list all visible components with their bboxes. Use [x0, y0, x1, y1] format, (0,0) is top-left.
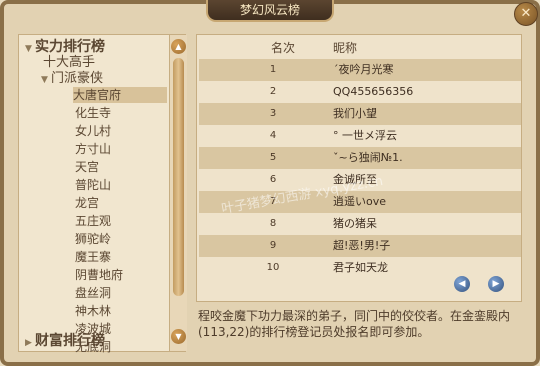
rank-cell: 1 — [269, 64, 277, 75]
collapse-icon: ▶ — [25, 338, 32, 348]
tree-item-wealth-rank[interactable]: ▶ 财富排行榜 — [25, 333, 105, 349]
ranking-panel: 名次 昵称 1 ˊ夜吟月光寒 2 QQ455656356 3 我们小望 4 ° 一世メ浮… — [196, 34, 522, 302]
category-tree: ▼ 实力排行榜 十大高手 ▼ 门派豪侠 大唐官府 化生寺 女儿村 方寸山 天宫 普陀… — [19, 35, 169, 353]
table-row[interactable]: 10 君子如天龙 — [199, 257, 521, 279]
rank-cell: 4 — [269, 130, 277, 141]
table-row[interactable]: 5 ˇ~ら独闹№1. — [199, 147, 521, 169]
name-cell: ˇ~ら独闹№1. — [333, 151, 403, 164]
category-panel: ▼ 实力排行榜 十大高手 ▼ 门派豪侠 大唐官府 化生寺 女儿村 方寸山 天宫 普陀… — [18, 34, 187, 353]
name-cell: ° 一世メ浮云 — [333, 129, 397, 142]
sect-item-shituo[interactable]: 狮驼岭 — [75, 231, 111, 247]
name-cell: 超!恶!男!子 — [333, 239, 391, 252]
name-cell: ˊ夜吟月光寒 — [333, 63, 394, 76]
sect-item-longgong[interactable]: 龙宫 — [75, 195, 99, 211]
window-title: 梦幻风云榜 — [206, 0, 334, 22]
table-row[interactable]: 1 ˊ夜吟月光寒 — [199, 59, 521, 81]
sect-item-pansi[interactable]: 盘丝洞 — [75, 285, 111, 301]
rank-cell: 8 — [269, 218, 277, 229]
sect-item-yincao[interactable]: 阴曹地府 — [75, 267, 123, 283]
previous-page-button[interactable]: ◀ — [454, 276, 470, 292]
rank-cell: 10 — [266, 262, 280, 273]
tree-item-sect-heroes[interactable]: ▼ 门派豪侠 — [41, 71, 103, 87]
sect-item-fangcun[interactable]: 方寸山 — [75, 141, 111, 157]
next-page-button[interactable]: ▶ — [488, 276, 504, 292]
expand-icon: ▼ — [41, 75, 48, 85]
rank-cell: 3 — [269, 108, 277, 119]
scroll-up-button[interactable]: ▲ — [171, 39, 186, 54]
description-text: 程咬金魔下功力最深的弟子，同门中的佼佼者。在金銮殿内(113,22)的排行榜登记… — [198, 309, 511, 339]
tree-item-top-ten[interactable]: 十大高手 — [43, 55, 95, 71]
rank-cell: 5 — [269, 152, 277, 163]
sect-item-huasheng[interactable]: 化生寺 — [75, 105, 111, 121]
sect-item-wuzhuang[interactable]: 五庄观 — [75, 213, 111, 229]
name-cell: 君子如天龙 — [333, 261, 388, 274]
table-row[interactable]: 3 我们小望 — [199, 103, 521, 125]
name-cell: 猪の猪呆 — [333, 217, 377, 230]
rank-cell: 9 — [269, 240, 277, 251]
scroll-down-button[interactable]: ▼ — [171, 329, 186, 344]
table-row[interactable]: 2 QQ455656356 — [199, 81, 521, 103]
close-button[interactable]: ✕ — [514, 2, 538, 26]
tree-item-strength-rank[interactable]: ▼ 实力排行榜 — [25, 39, 105, 55]
column-header-rank: 名次 — [271, 41, 296, 55]
sect-item-nver[interactable]: 女儿村 — [75, 123, 111, 139]
column-header-name: 昵称 — [333, 41, 358, 55]
rank-cell: 2 — [269, 86, 277, 97]
expand-icon: ▼ — [25, 44, 32, 54]
sect-item-tiangong[interactable]: 天宫 — [75, 159, 99, 175]
name-cell: QQ455656356 — [333, 85, 414, 98]
table-row[interactable]: 4 ° 一世メ浮云 — [199, 125, 521, 147]
sect-item-mowang[interactable]: 魔王寨 — [75, 249, 111, 265]
tree-scrollbar[interactable]: ▲ ▼ — [169, 35, 187, 351]
scroll-thumb[interactable] — [173, 58, 184, 296]
sect-item-shenmu[interactable]: 神木林 — [75, 303, 111, 319]
sect-item-putuo[interactable]: 普陀山 — [75, 177, 111, 193]
table-row[interactable]: 9 超!恶!男!子 — [199, 235, 521, 257]
sect-item-datang[interactable]: 大唐官府 — [73, 87, 167, 103]
name-cell: 我们小望 — [333, 107, 377, 120]
table-row[interactable]: 8 猪の猪呆 — [199, 213, 521, 235]
